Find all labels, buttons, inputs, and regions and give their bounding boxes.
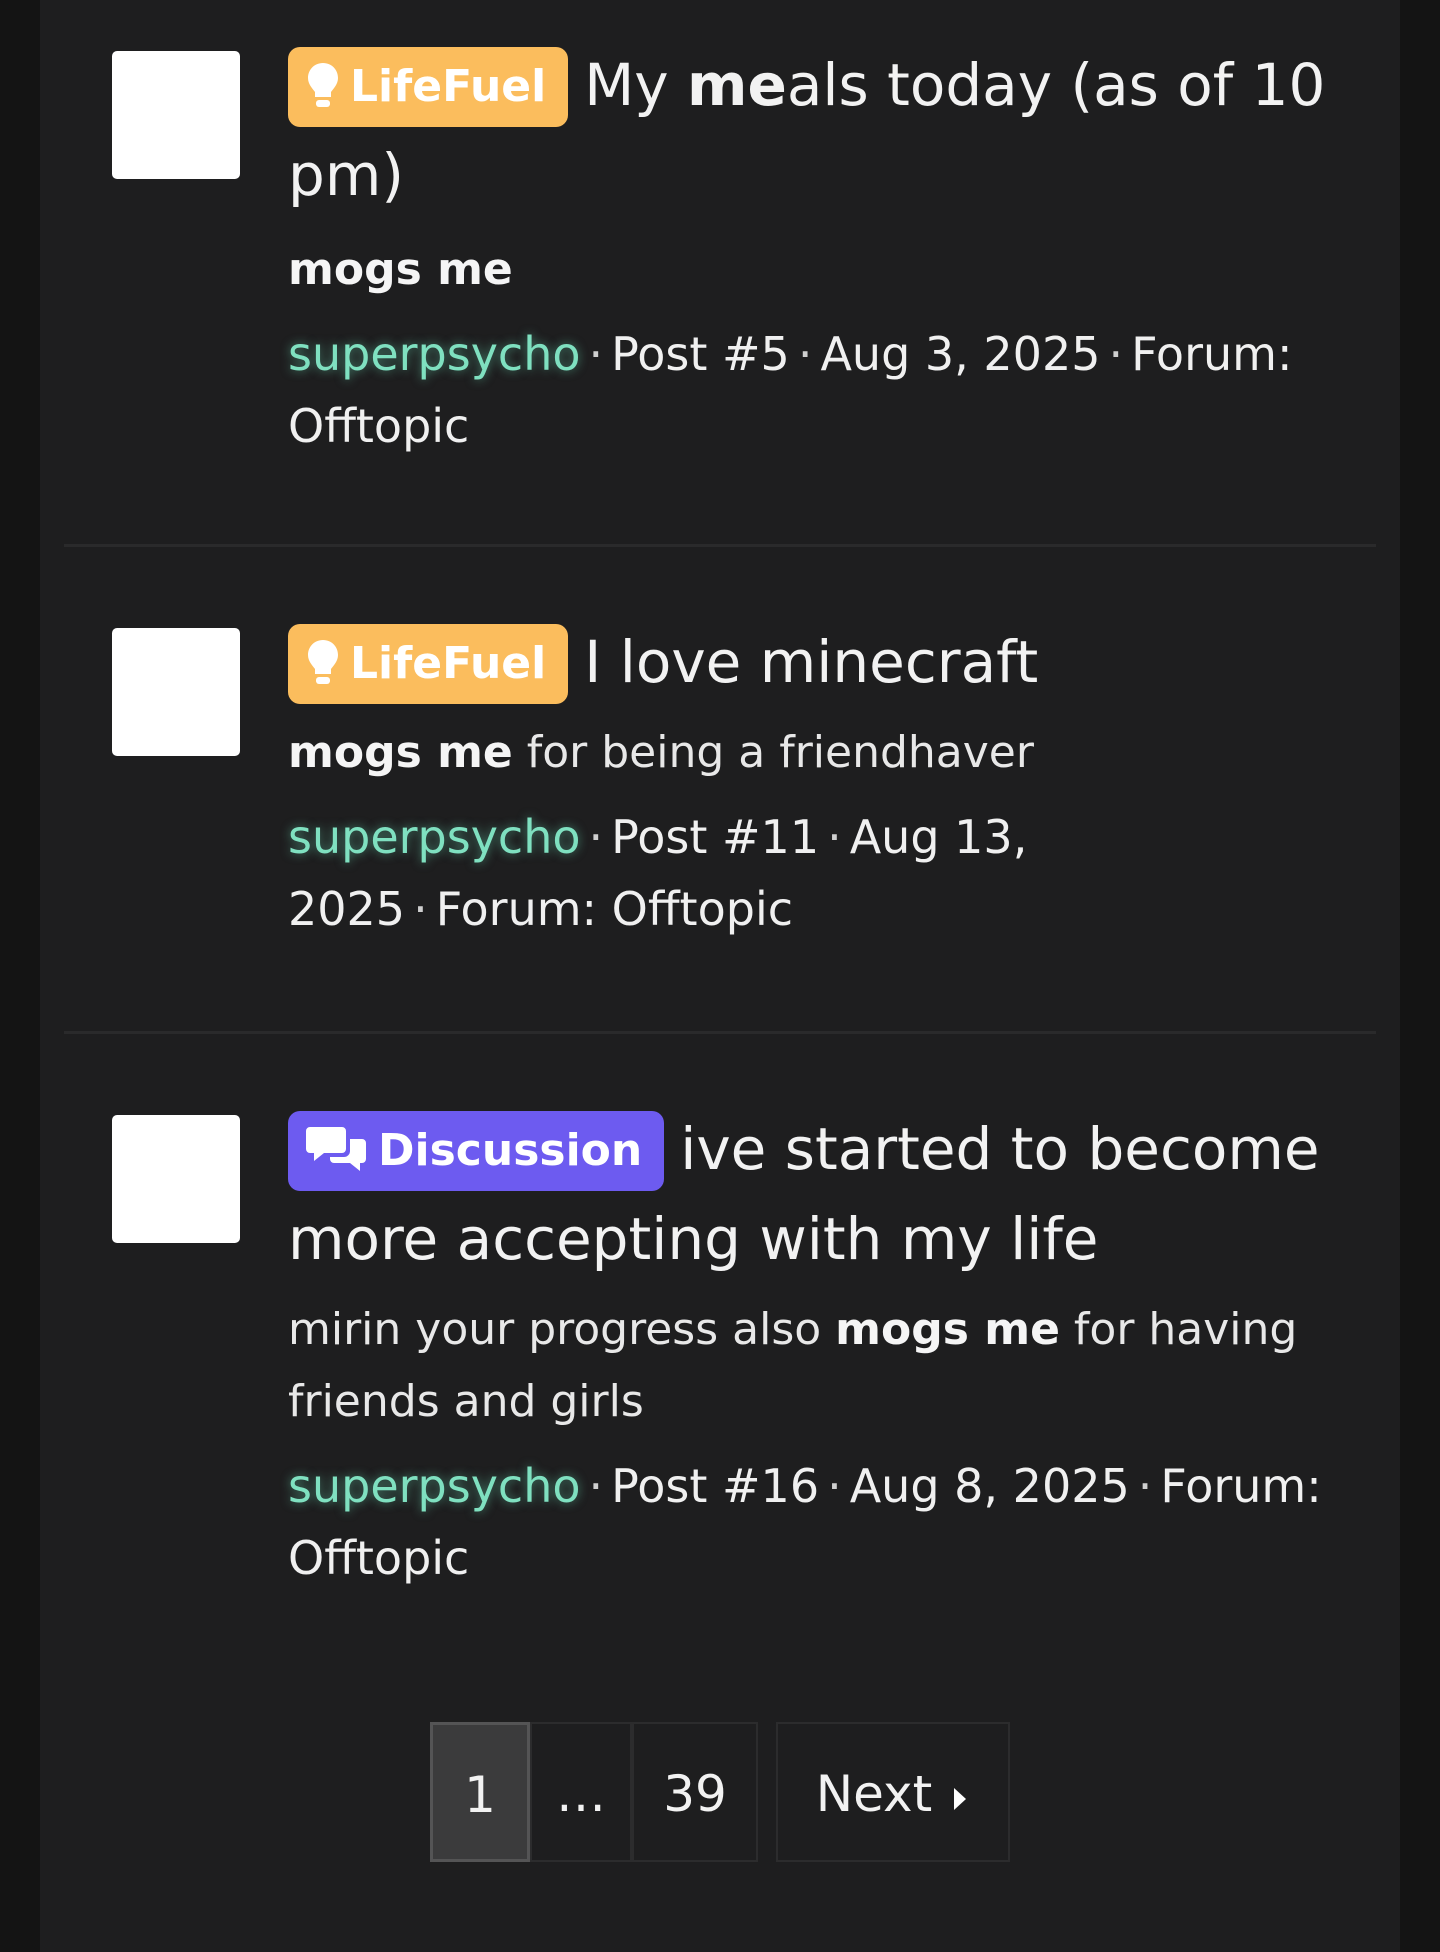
thread-title[interactable]: LifeFuel My meals today (as of 10 pm) bbox=[288, 40, 1348, 220]
comments-icon bbox=[306, 1127, 366, 1171]
separator: · bbox=[588, 810, 604, 864]
separator: · bbox=[1108, 327, 1124, 381]
avatar[interactable] bbox=[112, 628, 240, 756]
separator: · bbox=[827, 1459, 842, 1513]
thread-title[interactable]: LifeFuel I love minecraft bbox=[288, 617, 1348, 707]
next-label: Next bbox=[815, 1765, 933, 1823]
prefix-badge-lifefuel[interactable]: LifeFuel bbox=[288, 47, 569, 127]
result-meta: superpsycho · Post #16 · Aug 8, 2025 · Forum: … bbox=[288, 1450, 1348, 1594]
username-link[interactable]: superpsycho bbox=[288, 1459, 581, 1513]
next-page-button[interactable]: Next bbox=[776, 1722, 1010, 1862]
username-link[interactable]: superpsycho bbox=[288, 810, 581, 864]
separator: · bbox=[797, 327, 813, 381]
separator: · bbox=[827, 810, 842, 864]
prefix-badge-lifefuel[interactable]: LifeFuel bbox=[288, 624, 569, 704]
result-meta: superpsycho · Post #11 · Aug 13, 2025 · Forum:… bbox=[288, 801, 1348, 945]
search-highlight: mogs me bbox=[288, 727, 513, 778]
forum-link[interactable]: Forum: Offtopic bbox=[436, 882, 793, 936]
prefix-label: Discussion bbox=[378, 1125, 643, 1176]
post-snippet: mogs me for being a friendhaver bbox=[288, 727, 1034, 778]
post-snippet: mirin your progress also mogs me for hav… bbox=[288, 1304, 1298, 1427]
username-link[interactable]: superpsycho bbox=[288, 327, 581, 381]
prefix-label: LifeFuel bbox=[350, 61, 547, 112]
lightbulb-icon bbox=[308, 63, 338, 107]
prefix-label: LifeFuel bbox=[350, 638, 547, 689]
separator: · bbox=[413, 882, 428, 936]
separator: · bbox=[588, 327, 604, 381]
search-highlight: me bbox=[687, 51, 787, 119]
post-date[interactable]: Aug 8, 2025 bbox=[850, 1459, 1130, 1513]
post-number-link[interactable]: Post #11 bbox=[611, 810, 819, 864]
result-meta: superpsycho · Post #5 · Aug 3, 2025 · Forum: O… bbox=[288, 318, 1348, 462]
post-date[interactable]: Aug 3, 2025 bbox=[820, 327, 1100, 381]
caret-right-icon bbox=[954, 1788, 967, 1810]
avatar[interactable] bbox=[112, 1115, 240, 1243]
page-39-button[interactable]: 39 bbox=[632, 1722, 758, 1862]
search-highlight: mogs me bbox=[288, 244, 513, 295]
pagination-ellipsis-button[interactable]: … bbox=[530, 1722, 632, 1862]
post-number-link[interactable]: Post #16 bbox=[611, 1459, 819, 1513]
search-results-panel: LifeFuel My meals today (as of 10 pm) mog… bbox=[40, 0, 1400, 1952]
separator: · bbox=[588, 1459, 604, 1513]
thread-title-text: I love minecraft bbox=[584, 628, 1039, 696]
avatar[interactable] bbox=[112, 51, 240, 179]
divider bbox=[64, 544, 1376, 547]
post-number-link[interactable]: Post #5 bbox=[611, 327, 790, 381]
page-1-button[interactable]: 1 bbox=[430, 1722, 530, 1862]
prefix-badge-discussion[interactable]: Discussion bbox=[288, 1111, 665, 1191]
post-snippet: mogs me bbox=[288, 234, 1348, 306]
search-highlight: mogs me bbox=[835, 1304, 1060, 1355]
thread-title[interactable]: Discussion ive started to become more acc… bbox=[288, 1104, 1348, 1284]
lightbulb-icon bbox=[308, 640, 338, 684]
divider bbox=[64, 1031, 1376, 1034]
separator: · bbox=[1137, 1459, 1153, 1513]
